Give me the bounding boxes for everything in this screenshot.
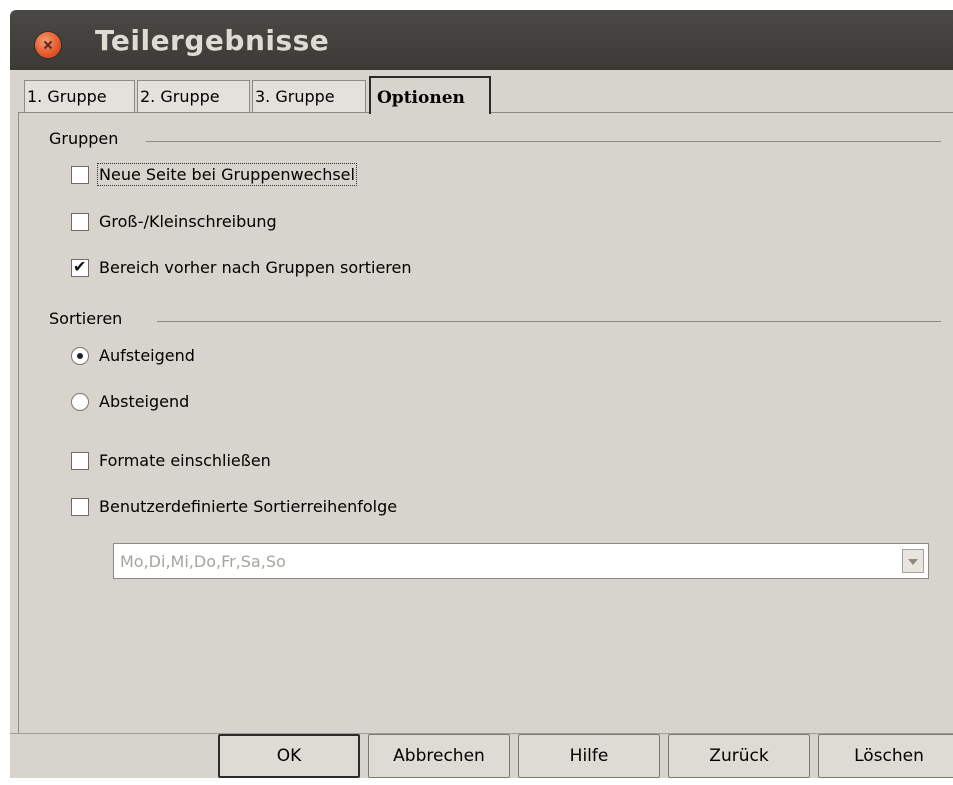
title-bar[interactable]: Teilergebnisse [10,10,953,70]
page-break-label: Neue Seite bei Gruppenwechsel [97,163,357,186]
ascending-radio[interactable] [71,346,89,365]
back-button[interactable]: Zurück [668,734,810,778]
case-sensitive-label: Groß-/Kleinschreibung [99,212,277,231]
cancel-button[interactable]: Abbrechen [368,734,510,778]
tab-gruppe-3[interactable]: 3. Gruppe [252,80,366,112]
ascending-option[interactable]: Aufsteigend [71,346,195,365]
ascending-label: Aufsteigend [99,346,195,365]
custom-order-checkbox[interactable] [71,497,89,516]
section-divider [157,321,941,322]
include-formats-label: Formate einschließen [99,451,271,470]
descending-label: Absteigend [99,392,190,411]
presort-option[interactable]: Bereich vorher nach Gruppen sortieren [71,257,412,277]
custom-order-label: Benutzerdefinierte Sortierreihenfolge [99,497,398,516]
ok-button[interactable]: OK [218,734,360,778]
descending-option[interactable]: Absteigend [71,392,189,411]
presort-label: Bereich vorher nach Gruppen sortieren [99,258,412,277]
descending-radio[interactable] [71,392,89,411]
help-button[interactable]: Hilfe [518,734,660,778]
custom-order-option[interactable]: Benutzerdefinierte Sortierreihenfolge [71,497,397,516]
section-gruppen-label: Gruppen [49,129,119,148]
window-title: Teilergebnisse [95,24,330,57]
tab-optionen[interactable]: Optionen [369,76,491,114]
include-formats-checkbox[interactable] [71,451,89,470]
page-break-option[interactable]: Neue Seite bei Gruppenwechsel [71,163,357,186]
close-icon[interactable] [35,32,61,58]
case-sensitive-checkbox[interactable] [71,212,89,231]
delete-button[interactable]: Löschen [818,734,953,778]
section-divider [146,141,941,142]
tab-gruppe-2[interactable]: 2. Gruppe [137,80,250,112]
presort-checkbox[interactable] [71,257,89,277]
page-break-checkbox[interactable] [71,165,89,184]
section-sortieren-label: Sortieren [49,309,123,328]
chevron-down-icon[interactable] [902,549,924,573]
custom-order-select[interactable]: Mo,Di,Mi,Do,Fr,Sa,So [113,543,929,579]
options-panel: Gruppen Neue Seite bei Gruppenwechsel Gr… [18,112,953,733]
case-sensitive-option[interactable]: Groß-/Kleinschreibung [71,212,277,231]
include-formats-option[interactable]: Formate einschließen [71,451,271,470]
tab-gruppe-1[interactable]: 1. Gruppe [24,80,135,112]
custom-order-value: Mo,Di,Mi,Do,Fr,Sa,So [120,552,286,571]
dialog-window: Teilergebnisse 1. Gruppe 2. Gruppe 3. Gr… [10,10,953,778]
